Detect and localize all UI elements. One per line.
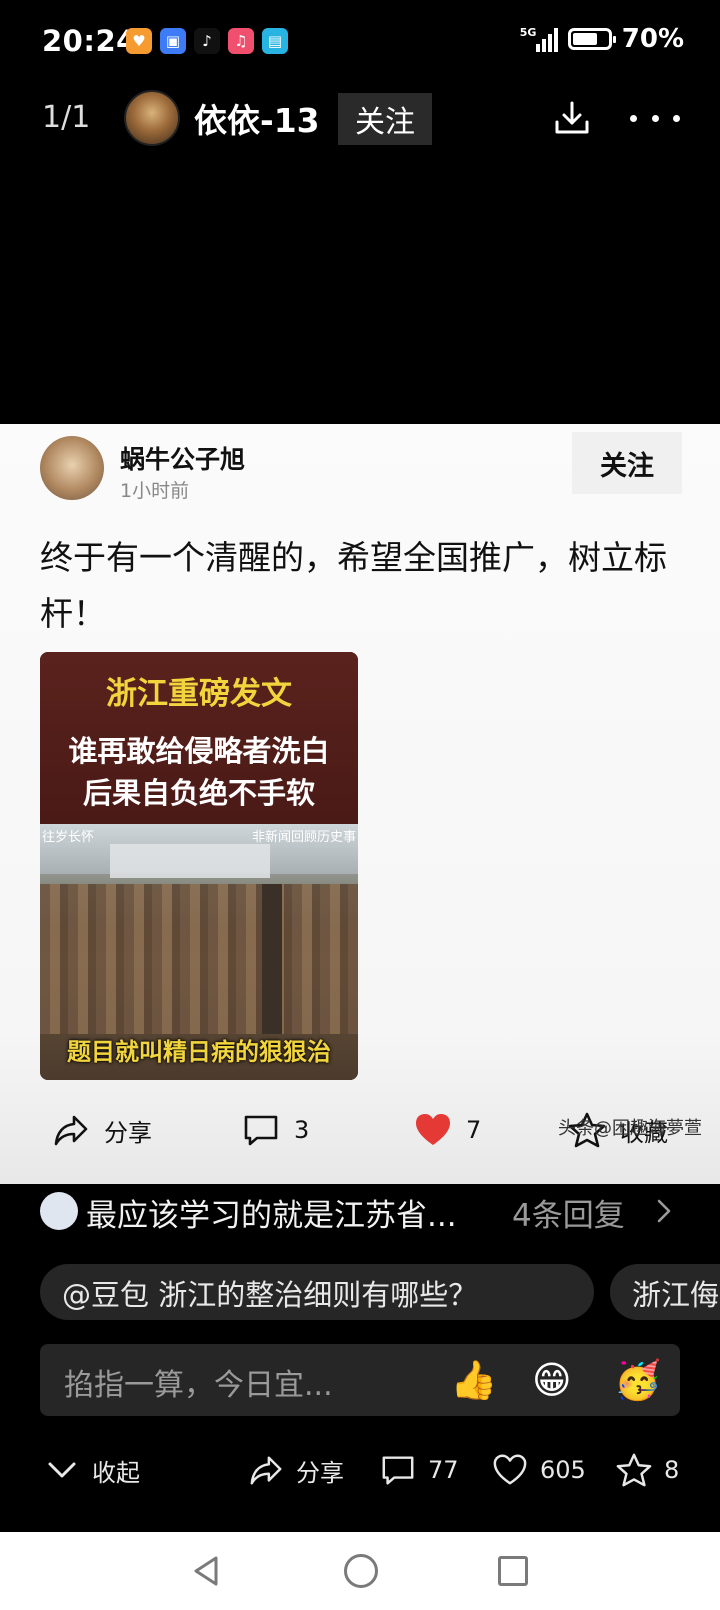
- favorite-count: 8: [664, 1456, 680, 1484]
- back-icon[interactable]: [190, 1554, 224, 1588]
- grin-emoji-button[interactable]: 😁: [532, 1356, 572, 1404]
- thumbs-up-emoji-button[interactable]: 👍: [450, 1356, 497, 1404]
- comment-placeholder: 掐指一算，今日宜...: [64, 1368, 333, 1403]
- status-indicators: 5G 70%: [520, 24, 684, 54]
- post-like-count: 7: [466, 1116, 482, 1144]
- image-subtitle-line1: 谁再敢给侵略者洗白: [68, 734, 330, 768]
- page-counter: 1/1: [42, 100, 91, 135]
- post-follow-button[interactable]: 关注: [572, 432, 682, 494]
- heart-app-icon: ♥: [126, 28, 152, 54]
- like-button[interactable]: 605: [492, 1448, 586, 1492]
- chevron-down-icon: [48, 1462, 76, 1478]
- image-watermark-right: 非新闻回顾历史事: [251, 830, 356, 845]
- comment-icon: [244, 1115, 278, 1146]
- status-time: 20:24: [42, 24, 137, 58]
- share-button[interactable]: 分享: [248, 1448, 344, 1492]
- comment-count: 77: [428, 1456, 459, 1484]
- music-app-icon: ♫: [228, 28, 254, 54]
- battery-icon: [567, 28, 616, 50]
- party-emoji-button[interactable]: 🥳: [614, 1356, 661, 1404]
- like-count: 605: [540, 1456, 586, 1484]
- reply-text: 最应该学习的就是江苏省...: [86, 1198, 457, 1234]
- cellular-signal-icon: 5G: [520, 26, 558, 52]
- suggestion-chip[interactable]: @豆包 浙江的整治细则有哪些？: [40, 1264, 594, 1320]
- post-comment-button[interactable]: 3: [242, 1102, 309, 1158]
- network-type: 5G: [519, 26, 537, 39]
- author-name[interactable]: 依依-13: [194, 94, 320, 142]
- suggestion-chip[interactable]: 浙江侮: [610, 1264, 720, 1320]
- post-image[interactable]: 浙江重磅发文 谁再敢给侵略者洗白 后果自负绝不手软 往岁长怀 非新闻回顾历史事 …: [40, 652, 358, 1080]
- post-like-button[interactable]: 7: [414, 1102, 481, 1158]
- collapse-label: 收起: [92, 1458, 140, 1487]
- status-bar: 20:24 ♥ ▣ ♪ ♫ ▤ 5G 70%: [0, 0, 720, 84]
- post-share-label: 分享: [104, 1118, 152, 1147]
- post-comment-count: 3: [294, 1116, 310, 1144]
- collapse-button[interactable]: 收起: [44, 1448, 140, 1492]
- image-headline: 浙江重磅发文: [106, 676, 292, 712]
- post-text: 终于有一个清醒的，希望全国推广，树立标杆！: [40, 538, 667, 633]
- post-share-button[interactable]: 分享: [52, 1102, 152, 1158]
- share-icon: [250, 1456, 282, 1485]
- star-icon: [616, 1453, 652, 1487]
- reply-avatar: [40, 1192, 78, 1230]
- home-icon[interactable]: [344, 1554, 378, 1588]
- comment-button[interactable]: 77: [380, 1448, 459, 1492]
- reply-count: 4条回复: [512, 1198, 625, 1234]
- notification-app-icons: ♥ ▣ ♪ ♫ ▤: [126, 28, 288, 54]
- author-avatar[interactable]: [124, 90, 180, 146]
- heart-filled-icon: [416, 1114, 450, 1145]
- battery-percent: 70%: [621, 24, 684, 54]
- system-nav-bar: [0, 1532, 720, 1610]
- post-timestamp: 1小时前: [120, 480, 190, 502]
- follow-author-button[interactable]: 关注: [338, 93, 432, 145]
- image-bottom-caption: 题目就叫精日病的狠狠治: [67, 1038, 331, 1066]
- tiktok-app-icon: ♪: [194, 28, 220, 54]
- book-app-icon: ▣: [160, 28, 186, 54]
- comment-icon: [382, 1456, 414, 1485]
- bottom-action-bar: 收起 分享 77 605 8: [0, 1440, 720, 1500]
- top-nav: 1/1 依依-13 关注: [0, 84, 720, 154]
- post-username[interactable]: 蜗牛公子旭: [120, 440, 245, 476]
- image-subtitle-line2: 后果自负绝不手软: [82, 776, 315, 810]
- source-watermark: 头条@困趣海夢萱: [558, 1118, 702, 1139]
- share-label: 分享: [296, 1458, 344, 1487]
- reply-preview[interactable]: 最应该学习的就是江苏省... 4条回复: [0, 1184, 720, 1240]
- suggestion-chips: @豆包 浙江的整治细则有哪些？ 浙江侮: [40, 1264, 720, 1320]
- reader-app-icon: ▤: [262, 28, 288, 54]
- recent-apps-icon[interactable]: [498, 1556, 528, 1586]
- comment-input[interactable]: 掐指一算，今日宜... 👍 😁 🥳: [40, 1344, 680, 1416]
- image-photo: 往岁长怀 非新闻回顾历史事 题目就叫精日病的狠狠治: [40, 824, 358, 1080]
- more-options-icon[interactable]: [630, 98, 680, 138]
- chevron-right-icon: [657, 1199, 671, 1223]
- image-watermark-left: 往岁长怀: [42, 830, 95, 845]
- download-icon[interactable]: [552, 98, 592, 138]
- heart-outline-icon: [493, 1454, 527, 1485]
- image-headline-panel: 浙江重磅发文 谁再敢给侵略者洗白 后果自负绝不手软: [40, 652, 358, 824]
- post-user-avatar[interactable]: [40, 436, 104, 500]
- favorite-button[interactable]: 8: [616, 1448, 679, 1492]
- share-icon: [54, 1115, 88, 1146]
- post-card: 蜗牛公子旭 1小时前 关注 终于有一个清醒的，希望全国推广，树立标杆！ 浙江重磅…: [0, 424, 720, 1184]
